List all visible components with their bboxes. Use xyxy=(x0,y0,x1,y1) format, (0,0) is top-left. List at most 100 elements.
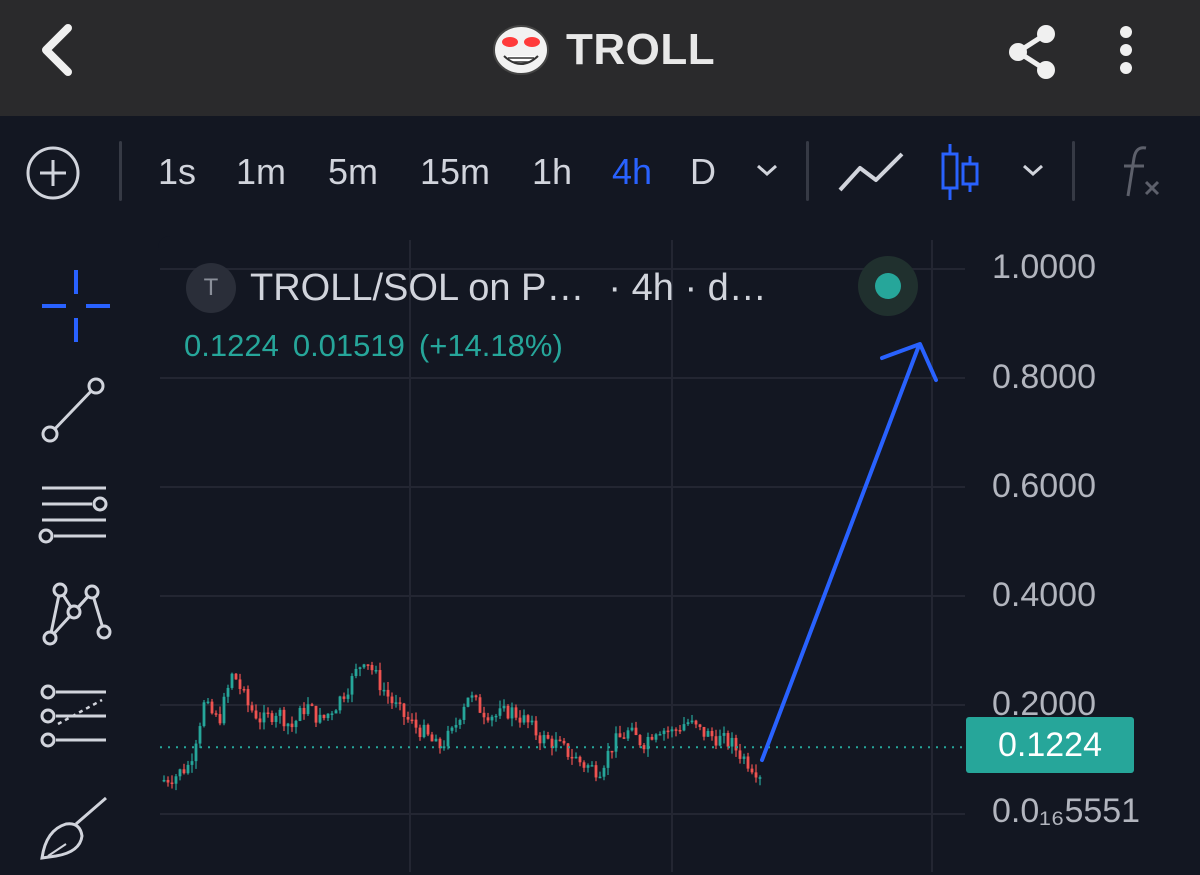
candle-body xyxy=(594,765,598,778)
candle-body xyxy=(570,756,574,759)
candle-body xyxy=(554,739,558,748)
candle-body xyxy=(586,765,590,768)
candle-body xyxy=(482,712,486,718)
candle-body xyxy=(534,720,538,736)
candle-body xyxy=(410,719,414,722)
candle-body xyxy=(346,694,350,699)
candle-body xyxy=(186,764,190,774)
y-axis-label: 0.4000 xyxy=(992,576,1096,614)
candle-body xyxy=(566,743,570,757)
candle-body xyxy=(666,730,670,733)
candle-body xyxy=(266,712,270,715)
candle-body xyxy=(682,724,686,731)
candle-body xyxy=(702,726,706,737)
candle-body xyxy=(506,705,510,719)
candle-body xyxy=(562,740,566,744)
candle-body xyxy=(442,746,446,749)
candle-body xyxy=(430,734,434,742)
candle-body xyxy=(298,707,302,721)
candle-body xyxy=(650,736,654,740)
candle-body xyxy=(494,715,498,718)
candle-body xyxy=(414,719,418,728)
candle-body xyxy=(466,697,470,707)
candle-body xyxy=(238,679,242,689)
candle-body xyxy=(334,710,338,714)
candle-body xyxy=(546,735,550,739)
candle-body xyxy=(374,670,378,672)
chart-legend[interactable]: T TROLL/SOL on P… · 4h · d… xyxy=(186,262,767,314)
candle-body xyxy=(302,707,306,715)
candle-body xyxy=(230,673,234,688)
candle-body xyxy=(542,735,546,744)
candle-body xyxy=(330,713,334,715)
candle-body xyxy=(354,668,358,677)
candle-body xyxy=(478,697,482,713)
candle-body xyxy=(314,705,318,723)
candle-body xyxy=(470,695,474,698)
candle-body xyxy=(670,729,674,732)
candle-body xyxy=(518,717,522,723)
candle-body xyxy=(278,709,282,716)
candle-body xyxy=(630,727,634,731)
live-status-button[interactable] xyxy=(858,256,918,316)
candle-body xyxy=(610,750,614,753)
candle-body xyxy=(678,729,682,732)
candle-body xyxy=(574,756,578,759)
candle-body xyxy=(418,727,422,738)
candle-body xyxy=(738,750,742,759)
candle-body xyxy=(522,715,526,723)
candle-body xyxy=(274,715,278,723)
candle-body xyxy=(246,689,250,706)
candle-body xyxy=(258,718,262,723)
candle-body xyxy=(514,707,518,718)
candle-body xyxy=(394,702,398,704)
candle-body xyxy=(294,720,298,728)
symbol-pair: TROLL/SOL on P… xyxy=(250,266,585,309)
candle-body xyxy=(174,776,178,784)
candle-body xyxy=(366,664,370,666)
candle-body xyxy=(626,730,630,739)
candle-body xyxy=(674,729,678,731)
candle-body xyxy=(490,716,494,721)
candle-body xyxy=(290,723,294,728)
candle-body xyxy=(226,687,230,697)
candle-body xyxy=(206,701,210,704)
candle-body xyxy=(178,769,182,777)
candle-body xyxy=(618,733,622,738)
candle-body xyxy=(718,735,722,746)
candle-body xyxy=(754,772,758,778)
symbol-meta: · 4h · d… xyxy=(608,266,767,309)
candle-body xyxy=(222,696,226,724)
candle-body xyxy=(698,724,702,727)
candle-body xyxy=(558,739,562,742)
current-price-tag: 0.1224 xyxy=(966,717,1134,773)
candle-body xyxy=(218,714,222,724)
candle-body xyxy=(210,701,214,714)
candle-body xyxy=(634,727,638,736)
candle-body xyxy=(214,713,218,715)
y-axis-label: 1.0000 xyxy=(992,248,1096,286)
price-change-readout: 0.1224 0.01519 (+14.18%) xyxy=(184,328,577,364)
candle-body xyxy=(194,743,198,762)
candle-body xyxy=(758,777,762,779)
candle-body xyxy=(378,670,382,691)
candle-body xyxy=(742,756,746,759)
candle-body xyxy=(714,736,718,746)
candle-body xyxy=(722,733,726,736)
candle-body xyxy=(250,705,254,711)
candle-body xyxy=(338,696,342,711)
change-percent: (+14.18%) xyxy=(418,328,563,363)
candle-body xyxy=(254,710,258,719)
candle-body xyxy=(406,716,410,720)
candle-body xyxy=(170,782,174,785)
last-price: 0.1224 xyxy=(184,328,279,363)
candle-body xyxy=(382,689,386,692)
candle-body xyxy=(590,765,594,767)
candle-body xyxy=(602,767,606,777)
symbol-badge: T xyxy=(186,263,236,313)
candle-body xyxy=(606,750,610,768)
candle-body xyxy=(582,762,586,768)
candle-body xyxy=(370,664,374,671)
candle-body xyxy=(398,702,402,704)
y-axis-label: 0.8000 xyxy=(992,358,1096,396)
